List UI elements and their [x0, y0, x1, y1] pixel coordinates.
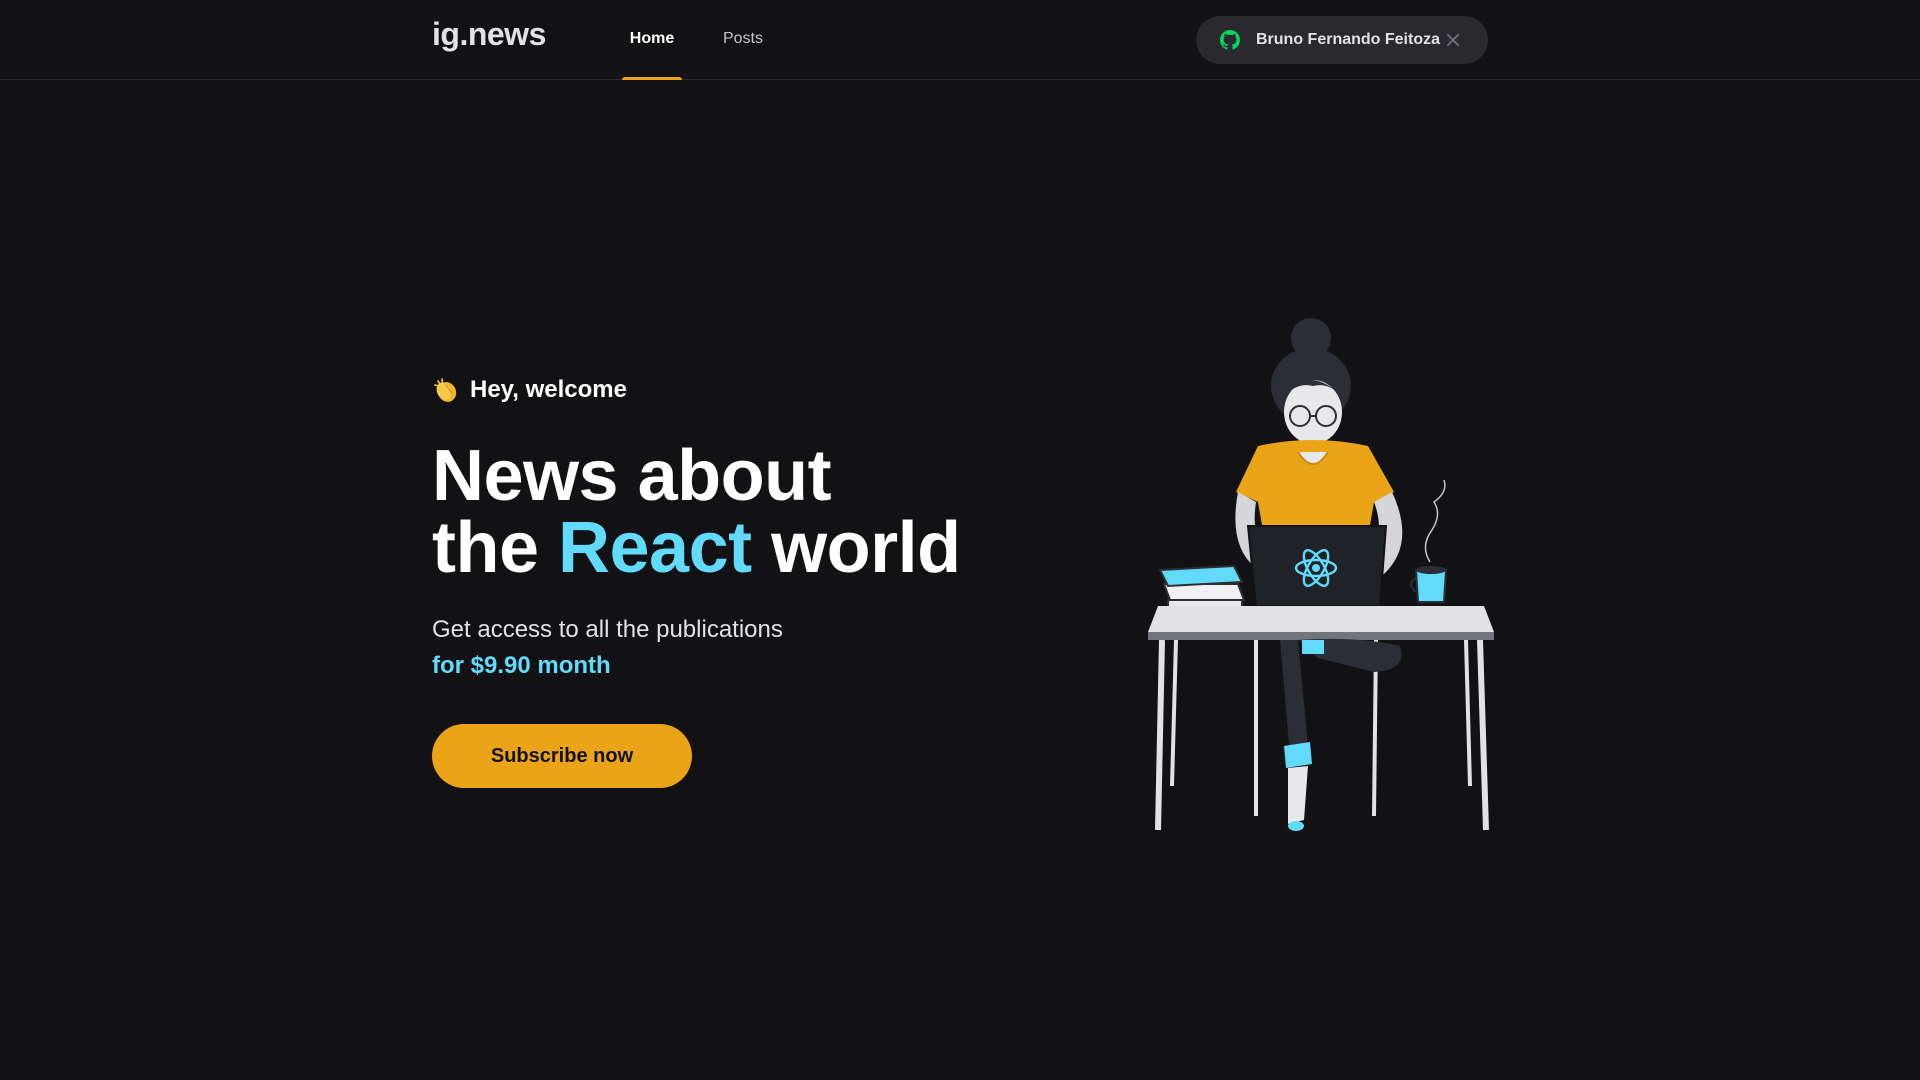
headline-pre: the: [432, 508, 559, 588]
github-icon: [1220, 30, 1240, 50]
header-container: ig.news Home Posts Bruno Fernando Feitoz…: [432, 0, 1488, 80]
price-text: for $9.90 month: [432, 652, 611, 679]
hero-content: Hey, welcome News about the React world …: [432, 370, 1032, 684]
hero-headline: News about the React world: [432, 440, 1032, 584]
welcome-line: Hey, welcome: [432, 370, 1032, 410]
nav-link-posts-label: Posts: [722, 30, 763, 47]
site-header: ig.news Home Posts Bruno Fernando Feitoz…: [0, 0, 1920, 80]
subtitle-text: Get access to all the publications: [432, 616, 783, 643]
nav-link-home-label: Home: [629, 30, 675, 47]
clapping-hands-icon: [434, 378, 457, 402]
close-icon[interactable]: [1446, 33, 1460, 47]
nav-link-posts[interactable]: Posts: [712, 0, 774, 80]
headline-line-1: News about: [432, 436, 832, 516]
welcome-text: Hey, welcome: [470, 376, 627, 403]
headline-post: world: [751, 508, 961, 588]
subscribe-button[interactable]: Subscribe now: [432, 724, 692, 788]
headline-accent: React: [558, 508, 752, 588]
github-signin-button[interactable]: Bruno Fernando Feitoza: [1196, 16, 1488, 64]
nav-link-home[interactable]: Home: [622, 0, 682, 80]
site-logo[interactable]: ig.news: [432, 16, 546, 53]
active-nav-indicator: [622, 77, 682, 80]
user-name: Bruno Fernando Feitoza: [1256, 31, 1440, 48]
hero-subtitle: Get access to all the publications for $…: [432, 612, 1032, 684]
woman-coding-illustration: [1148, 318, 1494, 831]
